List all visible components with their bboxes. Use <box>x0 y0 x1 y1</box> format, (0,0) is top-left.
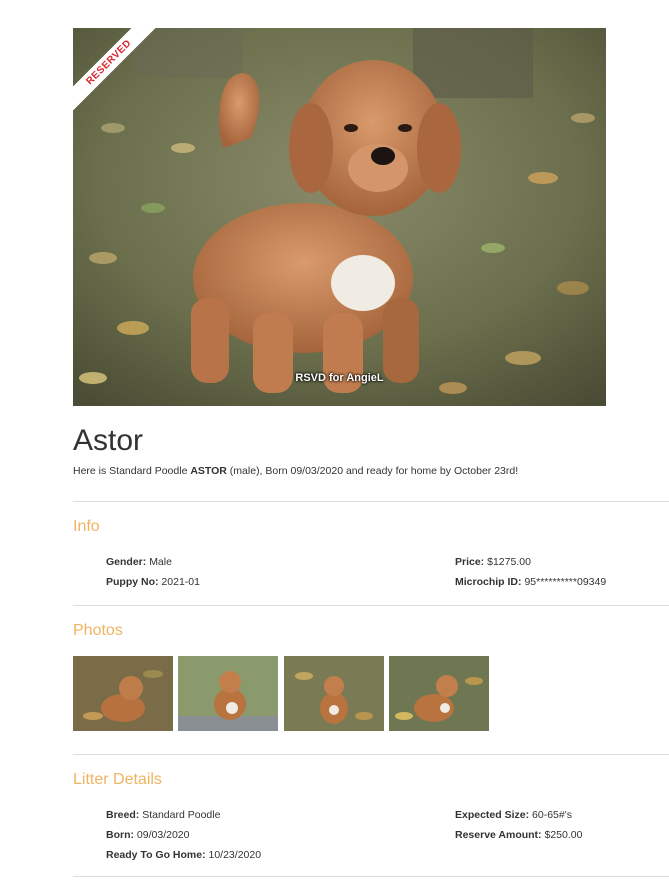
reserved-badge: RESERVED <box>73 28 165 119</box>
photos-heading: Photos <box>73 622 123 639</box>
gender-field: Gender: Male <box>106 556 172 568</box>
breed-value: Standard Poodle <box>142 809 221 821</box>
hero-caption: RSVD for AngieL <box>295 372 384 384</box>
intro-text: Here is Standard Poodle ASTOR (male), Bo… <box>73 465 518 477</box>
divider <box>73 754 669 755</box>
hero-photo[interactable]: RESERVED RSVD for AngieL <box>73 28 606 406</box>
gender-label: Gender: <box>106 556 147 568</box>
expected-size-label: Expected Size: <box>455 809 530 821</box>
photo-thumbnail-1[interactable] <box>73 656 173 731</box>
photo-thumbnail-4[interactable] <box>389 656 489 731</box>
reserve-amount-value: $250.00 <box>544 829 583 841</box>
info-heading: Info <box>73 518 100 535</box>
litter-details-heading: Litter Details <box>73 771 162 788</box>
expected-size-field: Expected Size: 60-65#'s <box>455 809 572 821</box>
microchip-value: 95**********09349 <box>524 576 607 588</box>
ready-value: 10/23/2020 <box>208 849 262 861</box>
price-field: Price: $1275.00 <box>455 556 531 568</box>
price-label: Price: <box>455 556 485 568</box>
born-label: Born: <box>106 829 134 841</box>
born-value: 09/03/2020 <box>136 829 190 841</box>
reserved-ribbon: RESERVED <box>73 28 183 138</box>
divider <box>73 501 669 502</box>
ready-label: Ready To Go Home: <box>106 849 206 861</box>
price-value: $1275.00 <box>487 556 531 568</box>
puppy-detail-page: RESERVED RSVD for AngieL Astor Here is S… <box>0 0 669 890</box>
intro-puppy-name: ASTOR <box>190 465 227 477</box>
puppy-no-value: 2021-01 <box>161 576 200 588</box>
photo-thumbnail-3[interactable] <box>284 656 384 731</box>
photo-thumbnail-2[interactable] <box>178 656 278 731</box>
microchip-field: Microchip ID: 95**********09349 <box>455 576 606 588</box>
puppy-no-field: Puppy No: 2021-01 <box>106 576 200 588</box>
puppy-no-label: Puppy No: <box>106 576 159 588</box>
intro-suffix: (male), Born 09/03/2020 and ready for ho… <box>226 465 519 477</box>
divider <box>73 605 669 606</box>
reserve-amount-field: Reserve Amount: $250.00 <box>455 829 582 841</box>
reserve-amount-label: Reserve Amount: <box>455 829 542 841</box>
intro-prefix: Here is Standard Poodle <box>73 465 191 477</box>
breed-field: Breed: Standard Poodle <box>106 809 220 821</box>
born-field: Born: 09/03/2020 <box>106 829 189 841</box>
ready-to-go-home-field: Ready To Go Home: 10/23/2020 <box>106 849 261 861</box>
expected-size-value: 60-65#'s <box>532 809 572 821</box>
microchip-label: Microchip ID: <box>455 576 522 588</box>
page-title: Astor <box>73 424 144 457</box>
divider <box>73 876 669 877</box>
gender-value: Male <box>149 556 172 568</box>
breed-label: Breed: <box>106 809 140 821</box>
